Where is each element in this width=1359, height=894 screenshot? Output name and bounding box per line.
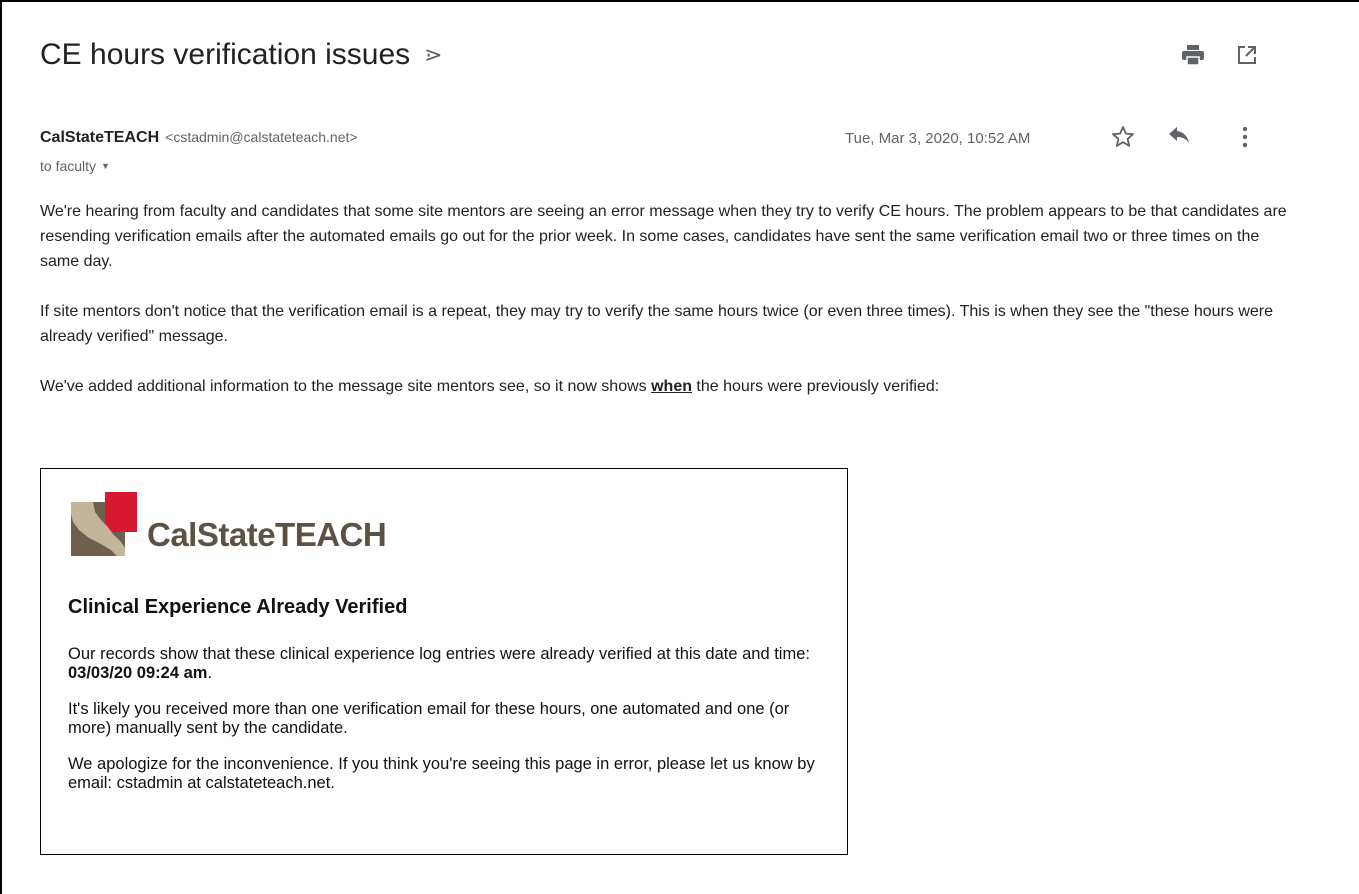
message-actions <box>1110 124 1258 150</box>
body-p3-emphasis: when <box>651 378 692 395</box>
sender-name[interactable]: CalStateTEACH <box>40 129 159 147</box>
sender-email: <cstadmin@calstateteach.net> <box>165 129 358 145</box>
star-icon[interactable] <box>1110 124 1136 150</box>
header-actions <box>1180 42 1260 68</box>
sender: CalStateTEACH <cstadmin@calstateteach.ne… <box>40 129 358 147</box>
open-in-new-window-icon[interactable] <box>1234 42 1260 68</box>
verified-datetime: 03/03/20 09:24 am <box>68 664 208 682</box>
body-paragraph-2: If site mentors don't notice that the ve… <box>40 303 1273 345</box>
email-body: We're hearing from faculty and candidate… <box>40 199 1290 424</box>
reply-icon[interactable] <box>1166 124 1192 150</box>
more-vert-icon[interactable] <box>1232 124 1258 150</box>
embedded-body: Our records show that these clinical exp… <box>68 645 828 810</box>
body-paragraph-1: We're hearing from faculty and candidate… <box>40 203 1287 270</box>
embedded-paragraph-1: Our records show that these clinical exp… <box>68 645 828 683</box>
recipients-label: to faculty <box>40 158 97 174</box>
embedded-p1-after: . <box>207 664 213 682</box>
embedded-title: Clinical Experience Already Verified <box>68 596 408 618</box>
logo-text: CalStateTEACH <box>147 516 387 553</box>
email-date: Tue, Mar 3, 2020, 10:52 AM <box>845 130 1031 147</box>
embedded-p1-before: Our records show that these clinical exp… <box>68 645 810 663</box>
body-p3-text-before: We've added additional information to th… <box>40 378 652 395</box>
california-logo-icon <box>71 492 137 556</box>
print-icon[interactable] <box>1180 42 1206 68</box>
email-view: CE hours verification issues ⋗ CalStateT… <box>0 0 1359 894</box>
embedded-paragraph-2: It's likely you received more than one v… <box>68 700 790 737</box>
body-paragraph-3: We've added additional information to th… <box>40 374 1290 399</box>
email-subject: CE hours verification issues <box>40 38 411 71</box>
embedded-paragraph-3: We apologize for the inconvenience. If y… <box>68 755 815 792</box>
body-p3-text-after: the hours were previously verified: <box>691 378 940 395</box>
subject-row: CE hours verification issues ⋗ <box>40 38 443 72</box>
calstateteach-logo: CalStateTEACH <box>71 492 387 556</box>
recipients-row[interactable]: to faculty ▼ <box>40 158 110 174</box>
caret-down-icon[interactable]: ▼ <box>101 161 110 171</box>
important-marker-icon[interactable]: ⋗ <box>424 44 442 66</box>
embedded-screenshot: CalStateTEACH Clinical Experience Alread… <box>40 468 848 855</box>
